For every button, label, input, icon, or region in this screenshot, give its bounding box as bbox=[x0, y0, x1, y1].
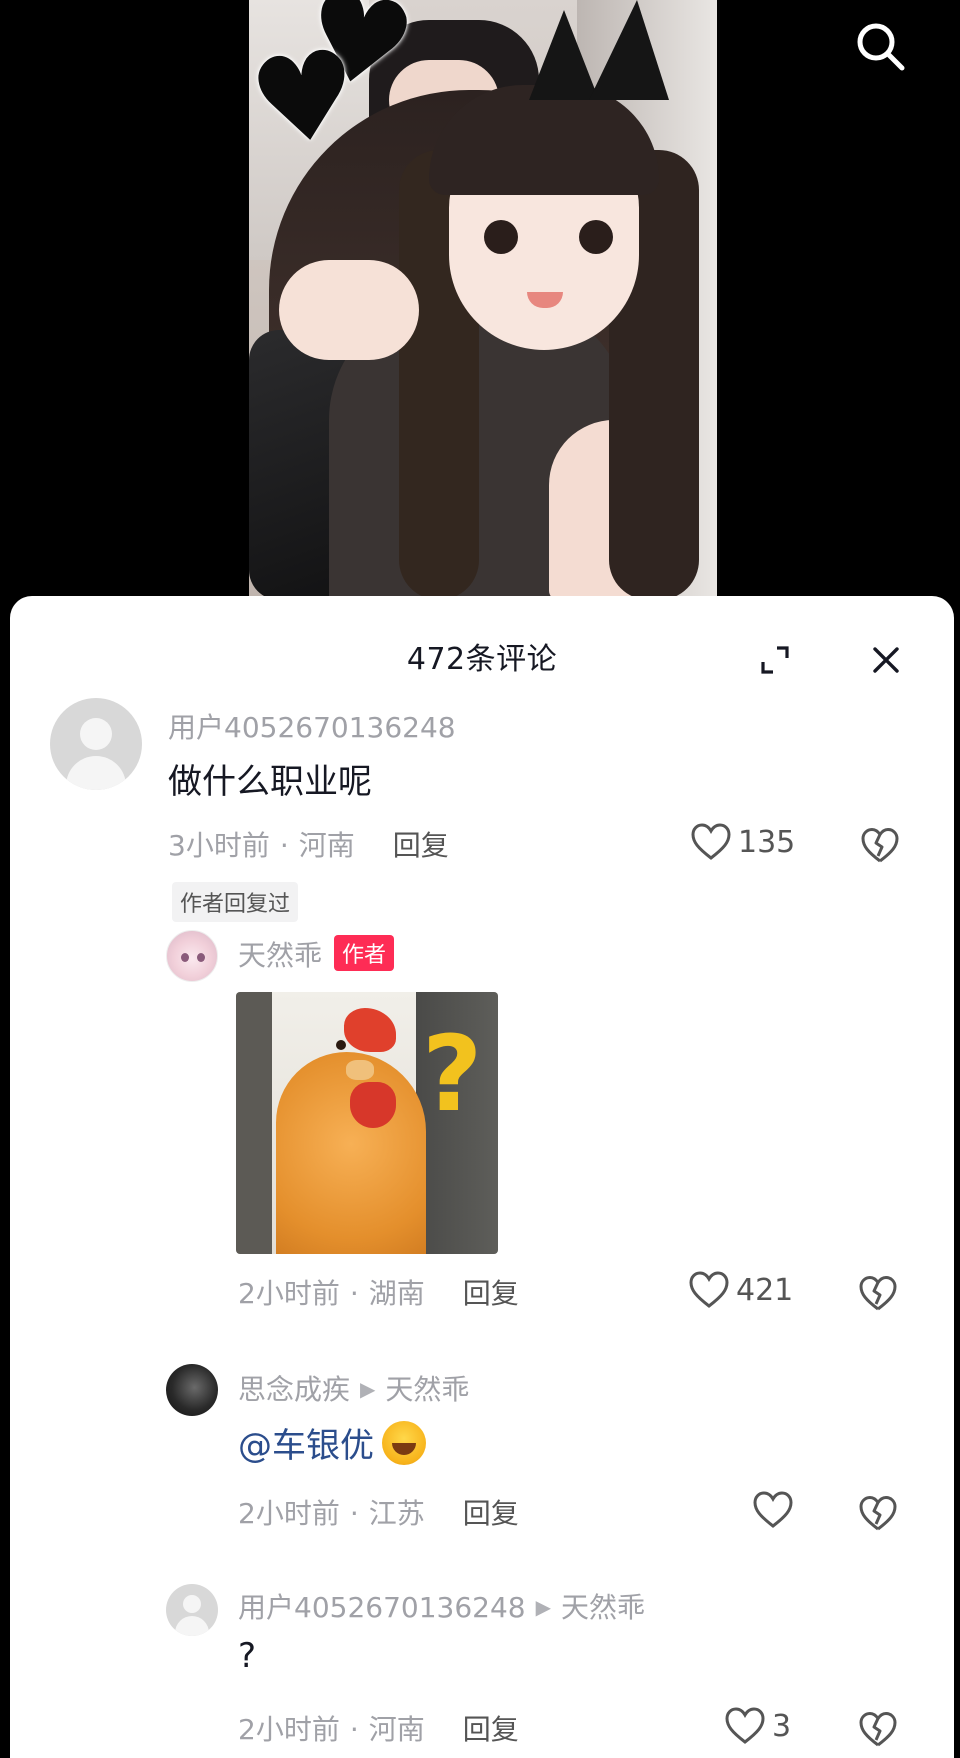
reply-time: 2小时前 bbox=[238, 1497, 340, 1530]
avatar[interactable] bbox=[50, 698, 142, 790]
reply-username[interactable]: 天然乖 作者 bbox=[238, 934, 395, 974]
mention-link[interactable]: @车银优 bbox=[238, 1426, 374, 1466]
avatar[interactable] bbox=[166, 1584, 218, 1636]
heart-sticker-icon: ♥ bbox=[249, 23, 368, 176]
avatar[interactable] bbox=[166, 930, 218, 982]
dislike-button[interactable] bbox=[858, 1494, 898, 1534]
search-button[interactable] bbox=[848, 14, 912, 78]
hand bbox=[279, 260, 419, 360]
expand-icon bbox=[761, 646, 789, 674]
chicken-sticker-image[interactable]: ? bbox=[236, 992, 498, 1254]
reply-meta: 2小时前 · 江苏 回复 bbox=[238, 1497, 519, 1530]
reply-time: 2小时前 bbox=[238, 1713, 340, 1746]
author-badge: 作者 bbox=[334, 935, 395, 971]
broken-heart-icon bbox=[859, 1496, 897, 1531]
reply-text: ? bbox=[238, 1636, 257, 1676]
eye-right bbox=[579, 220, 613, 254]
reply-username: 用户4052670136248 ▶ 天然乖 bbox=[238, 1591, 645, 1624]
reply-location: 湖南 bbox=[368, 1277, 425, 1310]
comment-time: 3小时前 bbox=[168, 829, 270, 862]
close-button[interactable] bbox=[866, 640, 906, 680]
reply-meta: 2小时前 · 湖南 回复 bbox=[238, 1277, 519, 1310]
broken-heart-icon bbox=[861, 828, 899, 863]
dislike-button[interactable] bbox=[858, 1274, 898, 1314]
comment-text: 做什么职业呢 bbox=[168, 762, 372, 802]
laughing-emoji-icon bbox=[382, 1421, 426, 1465]
reply-time: 2小时前 bbox=[238, 1277, 340, 1310]
like-button[interactable] bbox=[752, 1490, 800, 1530]
like-button[interactable]: 135 bbox=[690, 822, 795, 862]
eye-left bbox=[484, 220, 518, 254]
reply-meta: 2小时前 · 河南 回复 bbox=[238, 1713, 519, 1746]
comment-location: 河南 bbox=[298, 829, 355, 862]
reply-arrow-icon: ▶ bbox=[535, 1595, 551, 1619]
broken-heart-icon bbox=[859, 1276, 897, 1311]
video-frame[interactable]: ♥ ♥ bbox=[249, 0, 717, 600]
comment-username[interactable]: 用户4052670136248 bbox=[168, 706, 456, 746]
heart-outline-icon bbox=[753, 1491, 793, 1528]
comment-count: 472条评论 bbox=[406, 642, 558, 677]
like-count: 3 bbox=[772, 1708, 792, 1744]
comment-sheet: 472条评论 用户4052670136248 做什么职业呢 3小时前 · 河南 回复 bbox=[10, 596, 954, 1758]
expand-button[interactable] bbox=[755, 640, 795, 680]
reply-button[interactable]: 回复 bbox=[463, 1497, 519, 1530]
comment-meta: 3小时前 · 河南 回复 bbox=[168, 829, 449, 862]
author-replied-tag: 作者回复过 bbox=[172, 882, 299, 922]
close-icon bbox=[873, 647, 899, 673]
reply-button[interactable]: 回复 bbox=[463, 1713, 519, 1746]
broken-heart-icon bbox=[859, 1712, 897, 1747]
like-button[interactable]: 421 bbox=[688, 1270, 793, 1310]
reply-button[interactable]: 回复 bbox=[463, 1277, 519, 1310]
reply-location: 江苏 bbox=[368, 1497, 425, 1530]
video-player[interactable]: ♥ ♥ bbox=[0, 0, 960, 600]
reply-location: 河南 bbox=[368, 1713, 425, 1746]
like-count: 421 bbox=[736, 1272, 794, 1308]
search-icon bbox=[857, 23, 905, 71]
like-count: 135 bbox=[738, 824, 796, 860]
reply-button[interactable]: 回复 bbox=[393, 829, 449, 862]
comment-sheet-header: 472条评论 bbox=[10, 596, 954, 706]
heart-outline-icon bbox=[725, 1707, 765, 1744]
reply-username: 思念成疾 ▶ 天然乖 bbox=[238, 1373, 470, 1406]
reply-text: @车银优 bbox=[238, 1418, 426, 1467]
heart-outline-icon bbox=[691, 823, 731, 860]
dislike-button[interactable] bbox=[858, 1710, 898, 1750]
heart-outline-icon bbox=[689, 1271, 729, 1308]
question-mark: ? bbox=[422, 1013, 483, 1135]
reply-arrow-icon: ▶ bbox=[360, 1377, 376, 1401]
dislike-button[interactable] bbox=[860, 826, 900, 866]
like-button[interactable]: 3 bbox=[724, 1706, 791, 1746]
avatar[interactable] bbox=[166, 1364, 218, 1416]
